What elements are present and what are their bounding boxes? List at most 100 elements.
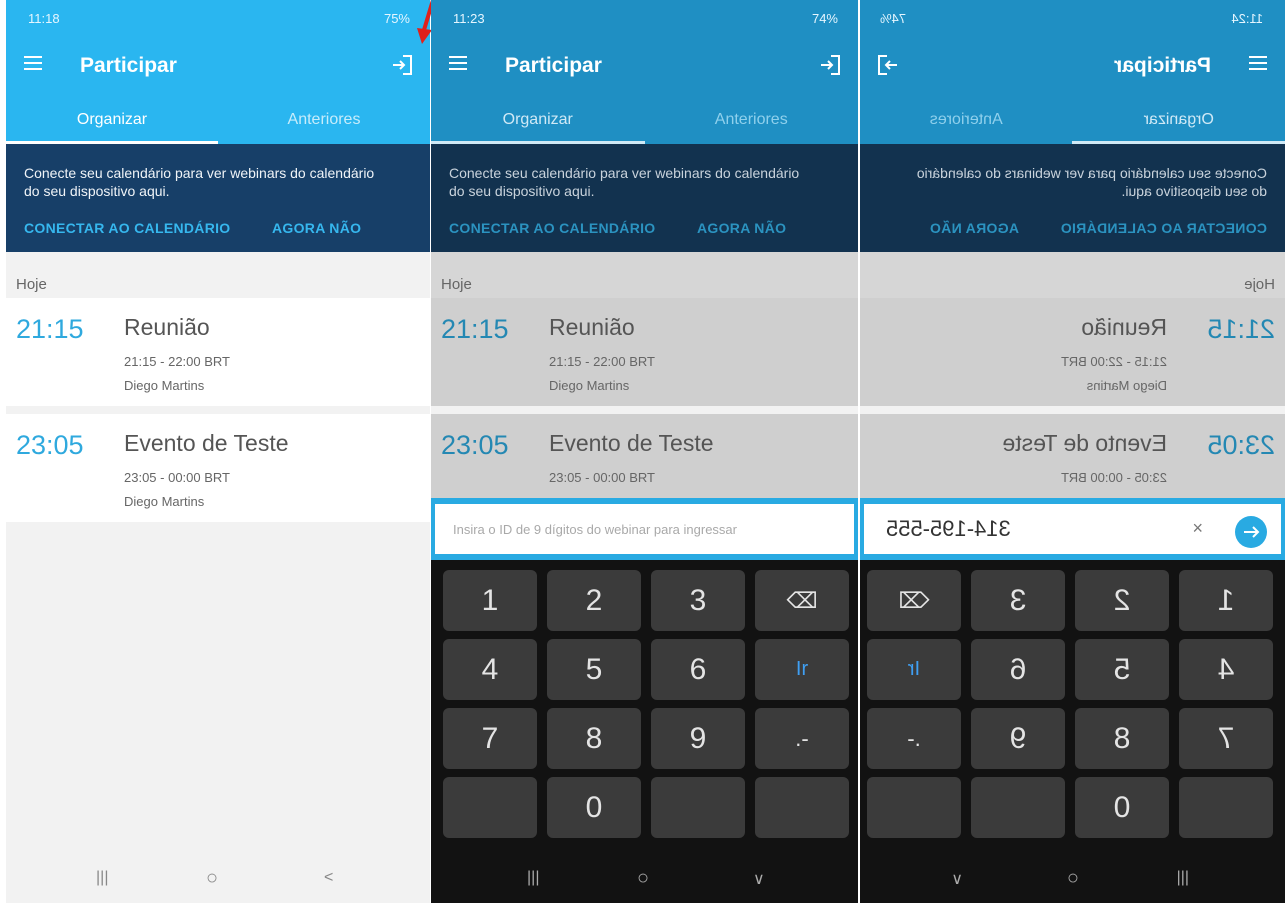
system-nav-bar: ||| ○ ∨ xyxy=(431,855,858,903)
go-key[interactable]: Ir xyxy=(867,639,961,700)
key-1[interactable]: 1 xyxy=(443,570,537,631)
event-card[interactable]: 21:15 Reunião 21:15 - 22:00 BRT Diego Ma… xyxy=(6,298,430,406)
hide-keyboard-button[interactable]: ∨ xyxy=(951,869,963,889)
join-webinar-icon[interactable] xyxy=(390,54,414,76)
section-header-today: Hoje xyxy=(441,276,472,293)
not-now-button[interactable]: AGORA NÃO xyxy=(930,220,1019,236)
event-range: 21:15 - 22:00 BRT xyxy=(1061,354,1167,369)
key-blank xyxy=(1179,777,1273,838)
key-6[interactable]: 6 xyxy=(971,639,1065,700)
recents-nav-button[interactable]: ||| xyxy=(1177,869,1189,887)
tab-organizar[interactable]: Organizar xyxy=(6,94,218,144)
tab-organizar[interactable]: Organizar xyxy=(431,94,645,144)
key-7[interactable]: 7 xyxy=(443,708,537,769)
calendar-banner: Conecte seu calendário para ver webinars… xyxy=(6,144,430,252)
event-card[interactable]: 23:05 Evento de Teste 23:05 - 00:00 BRT xyxy=(860,414,1285,498)
event-time: 23:05 xyxy=(16,430,84,460)
key-2[interactable]: 2 xyxy=(547,570,641,631)
event-card[interactable]: 21:15 Reunião 21:15 - 22:00 BRT Diego Ma… xyxy=(431,298,858,406)
webinar-id-placeholder: Insira o ID de 9 dígitos do webinar para… xyxy=(453,522,737,537)
clear-icon[interactable]: × xyxy=(1192,518,1203,539)
event-time: 23:05 xyxy=(441,430,509,460)
key-9[interactable]: 9 xyxy=(971,708,1065,769)
key-8[interactable]: 8 xyxy=(547,708,641,769)
go-key[interactable]: Ir xyxy=(755,639,849,700)
event-card[interactable]: 21:15 Reunião 21:15 - 22:00 BRT Diego Ma… xyxy=(860,298,1285,406)
key-0[interactable]: 0 xyxy=(1075,777,1169,838)
dot-dash-key[interactable]: .- xyxy=(867,708,961,769)
key-4[interactable]: 4 xyxy=(1179,639,1273,700)
key-blank xyxy=(755,777,849,838)
key-1[interactable]: 1 xyxy=(1179,570,1273,631)
backspace-key[interactable]: ⌫ xyxy=(755,570,849,631)
key-9[interactable]: 9 xyxy=(651,708,745,769)
event-time: 21:15 xyxy=(16,314,84,344)
back-arrow-icon[interactable] xyxy=(1235,516,1267,548)
key-2[interactable]: 2 xyxy=(1075,570,1169,631)
connect-calendar-button[interactable]: CONECTAR AO CALENDÁRIO xyxy=(24,220,230,236)
status-bar: 11:23 74% xyxy=(431,0,858,36)
hide-keyboard-button[interactable]: ∨ xyxy=(753,869,765,889)
tab-anteriores[interactable]: Anteriores xyxy=(218,94,430,144)
connect-calendar-button[interactable]: CONECTAR AO CALENDÁRIO xyxy=(1061,220,1267,236)
key-7[interactable]: 7 xyxy=(1179,708,1273,769)
calendar-banner: Conecte seu calendário para ver webinars… xyxy=(431,144,858,252)
key-4[interactable]: 4 xyxy=(443,639,537,700)
status-battery: 75% xyxy=(383,11,410,26)
system-nav-bar: ||| ○ ∨ xyxy=(860,855,1285,903)
home-nav-button[interactable]: ○ xyxy=(637,867,649,890)
tab-anteriores[interactable]: Anteriores xyxy=(860,94,1073,144)
menu-icon[interactable] xyxy=(1249,56,1267,70)
join-webinar-icon[interactable] xyxy=(818,54,842,76)
event-name: Evento de Teste xyxy=(1002,430,1167,456)
menu-icon[interactable] xyxy=(449,56,467,70)
recents-nav-button[interactable]: ||| xyxy=(527,869,539,887)
event-organizer: Diego Martins xyxy=(124,494,205,509)
id-input-bar: Insira o ID de 9 dígitos do webinar para… xyxy=(431,498,858,560)
event-card[interactable]: 23:05 Evento de Teste 23:05 - 00:00 BRT … xyxy=(6,414,430,522)
key-6[interactable]: 6 xyxy=(651,639,745,700)
home-nav-button[interactable]: ○ xyxy=(206,867,218,890)
webinar-id-field[interactable]: × 314-195-555 xyxy=(864,504,1281,554)
menu-icon[interactable] xyxy=(24,56,42,70)
home-nav-button[interactable]: ○ xyxy=(1067,867,1079,890)
event-range: 23:05 - 00:00 BRT xyxy=(549,470,655,485)
back-nav-button[interactable]: < xyxy=(324,869,333,887)
not-now-button[interactable]: AGORA NÃO xyxy=(272,220,361,236)
banner-message: Conecte seu calendário para ver webinars… xyxy=(916,165,1267,199)
app-bar: Participar xyxy=(6,36,430,94)
recents-nav-button[interactable]: ||| xyxy=(96,869,108,887)
event-card[interactable]: 23:05 Evento de Teste 23:05 - 00:00 BRT xyxy=(431,414,858,498)
join-webinar-icon[interactable] xyxy=(876,54,900,76)
tab-organizar[interactable]: Organizar xyxy=(1073,94,1285,144)
connect-calendar-button[interactable]: CONECTAR AO CALENDÁRIO xyxy=(449,220,655,236)
status-bar: 11:24 74% xyxy=(860,0,1285,36)
dot-dash-key[interactable]: .- xyxy=(755,708,849,769)
webinar-id-value: 314-195-555 xyxy=(886,516,1011,541)
key-blank xyxy=(443,777,537,838)
key-blank xyxy=(867,777,961,838)
section-header-today: Hoje xyxy=(1244,276,1275,293)
dim-overlay xyxy=(860,252,1285,298)
event-time: 23:05 xyxy=(1207,430,1275,460)
key-8[interactable]: 8 xyxy=(1075,708,1169,769)
event-time: 21:15 xyxy=(441,314,509,344)
backspace-key[interactable]: ⌫ xyxy=(867,570,961,631)
event-name: Reunião xyxy=(124,314,210,340)
event-range: 23:05 - 00:00 BRT xyxy=(124,470,230,485)
event-time: 21:15 xyxy=(1207,314,1275,344)
dim-overlay xyxy=(431,252,858,298)
key-3[interactable]: 3 xyxy=(971,570,1065,631)
event-name: Reunião xyxy=(1081,314,1167,340)
webinar-id-field[interactable]: Insira o ID de 9 dígitos do webinar para… xyxy=(435,504,854,554)
key-5[interactable]: 5 xyxy=(1075,639,1169,700)
numeric-keypad: 1 2 3 ⌫ 4 5 6 Ir 7 8 9 .- 0 ||| ○ ∨ xyxy=(860,560,1285,903)
tab-anteriores[interactable]: Anteriores xyxy=(645,94,859,144)
key-3[interactable]: 3 xyxy=(651,570,745,631)
key-5[interactable]: 5 xyxy=(547,639,641,700)
key-0[interactable]: 0 xyxy=(547,777,641,838)
not-now-button[interactable]: AGORA NÃO xyxy=(697,220,786,236)
screen-1: 11:18 75% Participar Organizar Anteriore… xyxy=(6,0,430,903)
status-battery: 74% xyxy=(880,11,907,26)
section-header-today: Hoje xyxy=(16,276,47,293)
